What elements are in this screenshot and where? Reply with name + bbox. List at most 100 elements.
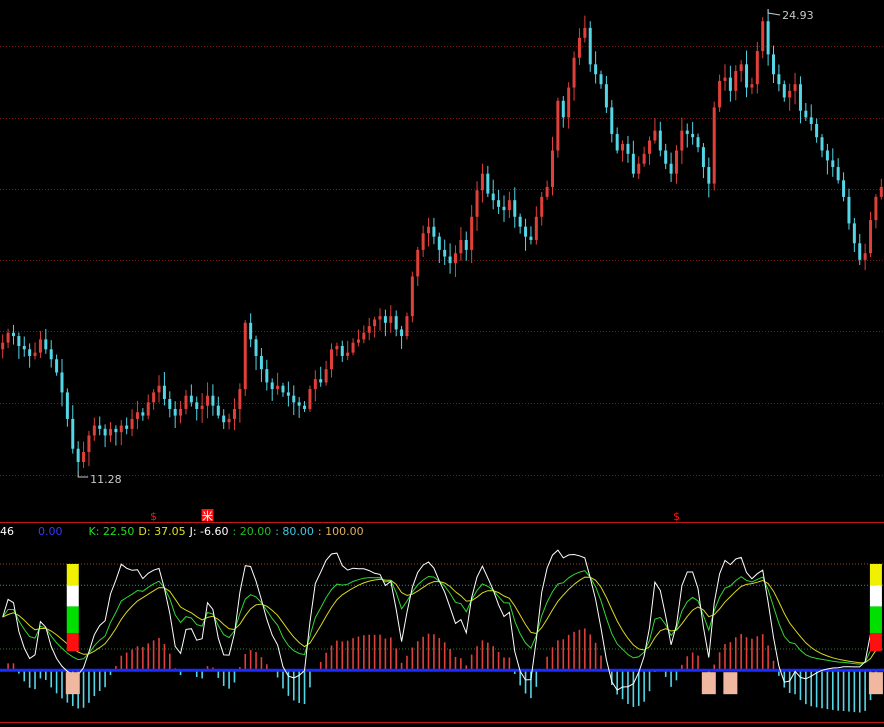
price-candle-body xyxy=(373,319,377,327)
price-candle-body xyxy=(869,220,873,254)
price-candle-body xyxy=(168,399,172,409)
price-candle-body xyxy=(389,316,393,323)
price-candle-body xyxy=(653,130,657,141)
price-candle-body xyxy=(718,80,722,108)
price-candle-body xyxy=(480,173,484,191)
price-candle-body xyxy=(648,140,652,154)
price-candle-body xyxy=(286,392,290,396)
price-candle-body xyxy=(340,346,344,356)
price-candle-body xyxy=(227,418,231,423)
indicator-legend: 46 0.00 K: 22.50 D: 37.05 J: -6.60: 20.00: 8… xyxy=(0,524,364,540)
signal-bar-green xyxy=(66,606,79,633)
price-candle-body xyxy=(432,226,436,237)
price-candle-body xyxy=(750,84,754,88)
price-candle-body xyxy=(335,346,339,350)
price-candle-body xyxy=(691,133,695,138)
price-candle-body xyxy=(502,206,506,211)
price-candle-body xyxy=(141,412,145,416)
price-candle-body xyxy=(130,418,134,429)
price-candle-body xyxy=(109,428,112,436)
price-candle-body xyxy=(594,64,598,75)
price-candle-body xyxy=(60,372,64,393)
signal-peach-box xyxy=(701,672,716,695)
price-candle-body xyxy=(157,385,161,393)
stock-chart: 24.93 11.28 $ 米 $ xyxy=(0,9,884,723)
price-candle-body xyxy=(319,379,323,383)
price-candle-body xyxy=(545,186,549,197)
price-candle-body xyxy=(507,200,511,211)
price-candle-body xyxy=(745,64,749,88)
price-candle-body xyxy=(216,405,220,416)
price-candle-body xyxy=(103,428,107,436)
price-candle-body xyxy=(400,329,404,337)
price-candle-body xyxy=(842,180,846,197)
price-candle-body xyxy=(712,107,716,184)
price-candle-body xyxy=(825,150,829,161)
price-candle-body xyxy=(146,402,150,416)
price-candle-body xyxy=(453,253,457,264)
price-candle-body xyxy=(313,379,317,390)
price-candle-body xyxy=(114,428,118,433)
price-candle-body xyxy=(513,200,517,217)
price-candle-body xyxy=(222,415,226,423)
price-candle-body xyxy=(292,395,296,403)
indicator-legend-item: D: 37.05 xyxy=(138,525,186,538)
price-candle-body xyxy=(276,385,280,390)
price-candle-body xyxy=(809,117,813,124)
price-candle-body xyxy=(475,190,479,217)
price-candle-body xyxy=(820,137,824,151)
price-candle-body xyxy=(540,196,544,217)
low-price-label: 11.28 xyxy=(90,473,122,486)
indicator-legend-item: K: 22.50 xyxy=(88,525,135,538)
price-candle-body xyxy=(879,186,883,197)
price-candle-body xyxy=(610,107,614,134)
indicator-legend-item: J: -6.60 xyxy=(189,525,229,538)
price-candle-body xyxy=(798,84,802,111)
indicator-legend-item: : 100.00 xyxy=(317,525,364,538)
price-candle-body xyxy=(324,369,328,383)
price-candle-body xyxy=(71,418,75,449)
price-candle-body xyxy=(17,336,21,346)
price-candle-body xyxy=(362,332,366,340)
price-candle-body xyxy=(448,256,452,264)
price-candles xyxy=(1,9,883,472)
price-candle-body xyxy=(11,332,15,337)
price-candle-body xyxy=(98,425,102,429)
price-candle-body xyxy=(567,87,571,118)
signal-bar-red xyxy=(66,633,79,652)
price-candle-body xyxy=(556,100,560,151)
price-candle-body xyxy=(599,74,603,85)
price-candle-body xyxy=(772,54,775,75)
high-price-label: 24.93 xyxy=(782,9,814,22)
price-candle-body xyxy=(135,412,139,419)
price-candle-body xyxy=(297,402,301,406)
price-candle-body xyxy=(685,130,689,134)
indicator-legend-item: 46 xyxy=(0,525,14,538)
indicator-histogram xyxy=(0,628,884,713)
price-annotations: 24.93 11.28 xyxy=(77,9,814,486)
indicator-grid xyxy=(0,563,884,650)
low-price-leader xyxy=(77,471,89,478)
price-candle-body xyxy=(1,342,5,350)
price-candle-body xyxy=(631,153,635,174)
price-candle-body xyxy=(847,196,851,224)
signal-marker: $ xyxy=(673,510,680,523)
price-candle-body xyxy=(664,150,668,164)
price-candle-body xyxy=(621,143,625,151)
price-candle-body xyxy=(863,253,867,260)
price-candle-body xyxy=(459,239,463,254)
signal-peach-box xyxy=(868,672,883,695)
price-candle-body xyxy=(437,236,441,250)
indicator-legend-item: 0.00 xyxy=(38,525,63,538)
price-candle-body xyxy=(491,193,495,201)
price-candle-body xyxy=(125,425,129,429)
price-candle-body xyxy=(707,167,711,184)
price-candle-body xyxy=(674,150,678,174)
price-candle-body xyxy=(243,322,247,390)
price-candle-body xyxy=(836,167,840,181)
price-grid xyxy=(0,46,884,476)
price-candle-body xyxy=(874,196,878,221)
price-candle-body xyxy=(561,100,565,118)
price-candle-body xyxy=(270,382,274,390)
price-candle-body xyxy=(65,392,69,419)
